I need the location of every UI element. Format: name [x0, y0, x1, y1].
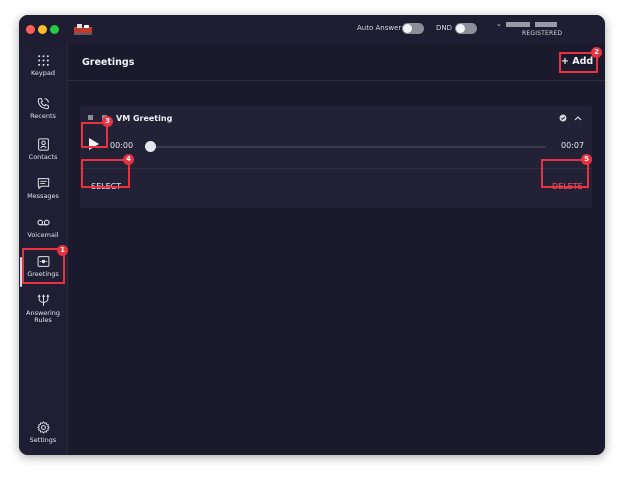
sidebar-item-keypad[interactable]: Keypad — [19, 54, 67, 94]
greeting-name: VM Greeting — [116, 114, 173, 123]
main-content: Greetings + Add VM Greeting 00:00 00:07 … — [68, 44, 605, 455]
minimize-window-button[interactable] — [38, 25, 47, 34]
sidebar-item-recents[interactable]: Recents — [19, 97, 67, 137]
auto-answer-label: Auto Answer — [357, 24, 402, 32]
dnd-label: DND — [436, 24, 453, 32]
greeting-card: VM Greeting 00:00 00:07 SELECT DELETE — [80, 106, 592, 208]
sidebar-item-label: Settings — [29, 436, 57, 444]
page-title: Greetings — [82, 57, 135, 68]
sidebar-item-label: Voicemail — [27, 231, 59, 239]
check-circle-icon — [559, 114, 567, 122]
keypad-icon — [37, 55, 49, 66]
account-chevron-down-icon[interactable]: ⌄ — [496, 20, 502, 28]
highlight-box-select — [81, 159, 130, 188]
playback-slider-thumb[interactable] — [145, 141, 156, 152]
sidebar-item-label: Contacts — [28, 153, 58, 161]
annotation-badge: 1 — [57, 245, 68, 256]
sidebar-item-contacts[interactable]: Contacts — [19, 138, 67, 178]
maximize-window-button[interactable] — [50, 25, 59, 34]
masked-account-number — [535, 22, 557, 27]
playback-current-time: 00:00 — [110, 141, 134, 150]
sidebar-item-label: Keypad — [30, 69, 56, 77]
sidebar-item-answering-rules[interactable]: Answering Rules — [19, 294, 67, 342]
masked-account-name — [506, 22, 530, 27]
card-divider — [80, 168, 592, 169]
title-bar: Auto Answer DND ⌄ REGISTERED — [19, 15, 605, 44]
registration-status: REGISTERED — [522, 30, 563, 37]
recents-icon — [37, 98, 49, 110]
contacts-icon — [37, 138, 49, 151]
page-header: Greetings + Add — [68, 44, 605, 81]
sidebar-item-label: Answering Rules — [26, 309, 60, 324]
app-window: Auto Answer DND ⌄ REGISTERED Keypad Rece… — [19, 15, 605, 455]
playback-track[interactable] — [146, 146, 546, 148]
sidebar-item-settings[interactable]: Settings — [19, 421, 67, 455]
answering-rules-icon — [37, 294, 49, 306]
annotation-badge: 2 — [591, 47, 602, 58]
sidebar-item-label: Messages — [27, 192, 59, 200]
drag-handle-icon[interactable] — [88, 115, 93, 120]
voicemail-icon — [36, 219, 50, 226]
close-window-button[interactable] — [26, 25, 35, 34]
greeting-card-header: VM Greeting — [80, 106, 592, 128]
messages-icon — [37, 178, 49, 190]
chevron-up-icon[interactable] — [574, 115, 582, 121]
sidebar-item-messages[interactable]: Messages — [19, 177, 67, 217]
app-logo — [74, 24, 92, 35]
annotation-badge: 4 — [123, 154, 134, 165]
settings-icon — [36, 421, 50, 434]
dnd-toggle[interactable] — [455, 23, 477, 34]
sidebar-item-label: Recents — [30, 112, 56, 120]
annotation-badge: 3 — [102, 116, 113, 127]
playback-duration: 00:07 — [561, 141, 585, 150]
auto-answer-toggle[interactable] — [402, 23, 424, 34]
annotation-badge: 5 — [581, 154, 592, 165]
